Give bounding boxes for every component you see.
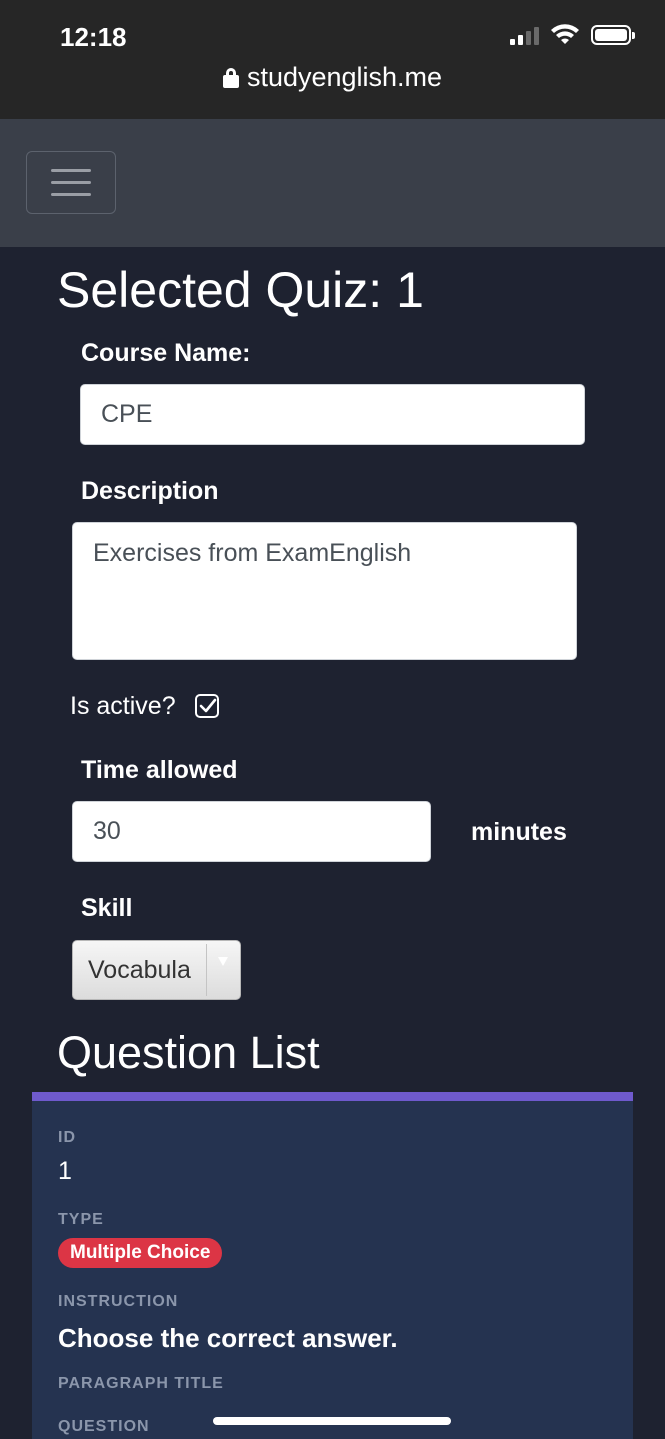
description-textarea[interactable]: Exercises from ExamEnglish (72, 522, 577, 660)
course-name-label: Course Name: (81, 339, 251, 367)
checkmark-icon (199, 698, 217, 713)
status-bar: 12:18 studyenglish.me (0, 0, 665, 119)
hamburger-icon (51, 169, 91, 172)
is-active-checkbox[interactable] (195, 694, 219, 718)
time-allowed-label: Time allowed (81, 756, 238, 784)
chevron-down-icon (218, 957, 228, 966)
status-icons (510, 24, 635, 46)
skill-label: Skill (81, 894, 133, 922)
status-time: 12:18 (60, 22, 127, 52)
instruction-label: INSTRUCTION (58, 1293, 179, 1310)
id-value: 1 (58, 1157, 72, 1185)
skill-select[interactable]: Vocabula (72, 940, 241, 1000)
id-label: ID (58, 1129, 76, 1146)
wifi-icon (551, 24, 579, 44)
page-title: Selected Quiz: 1 (57, 262, 424, 318)
menu-toggle-button[interactable] (26, 151, 116, 214)
is-active-label: Is active? (70, 692, 176, 720)
battery-icon (591, 25, 635, 45)
navbar (0, 119, 665, 247)
question-label: QUESTION (58, 1418, 150, 1435)
course-name-input[interactable]: CPE (80, 384, 585, 445)
lock-icon (222, 68, 239, 88)
paragraph-title-label: PARAGRAPH TITLE (58, 1375, 224, 1392)
type-badge: Multiple Choice (58, 1238, 223, 1268)
question-list-title: Question List (57, 1027, 320, 1078)
address-bar[interactable]: studyenglish.me (0, 62, 665, 93)
type-label: TYPE (58, 1211, 104, 1228)
time-unit-label: minutes (471, 818, 567, 846)
url-text: studyenglish.me (246, 62, 443, 92)
skill-select-value: Vocabula (88, 955, 191, 984)
cellular-signal-icon (510, 25, 539, 45)
time-allowed-input[interactable]: 30 (72, 801, 431, 862)
instruction-value: Choose the correct answer. (58, 1323, 398, 1353)
home-indicator[interactable] (213, 1417, 451, 1425)
question-card: ID 1 TYPE Multiple Choice INSTRUCTION Ch… (32, 1092, 633, 1439)
description-label: Description (81, 477, 219, 505)
